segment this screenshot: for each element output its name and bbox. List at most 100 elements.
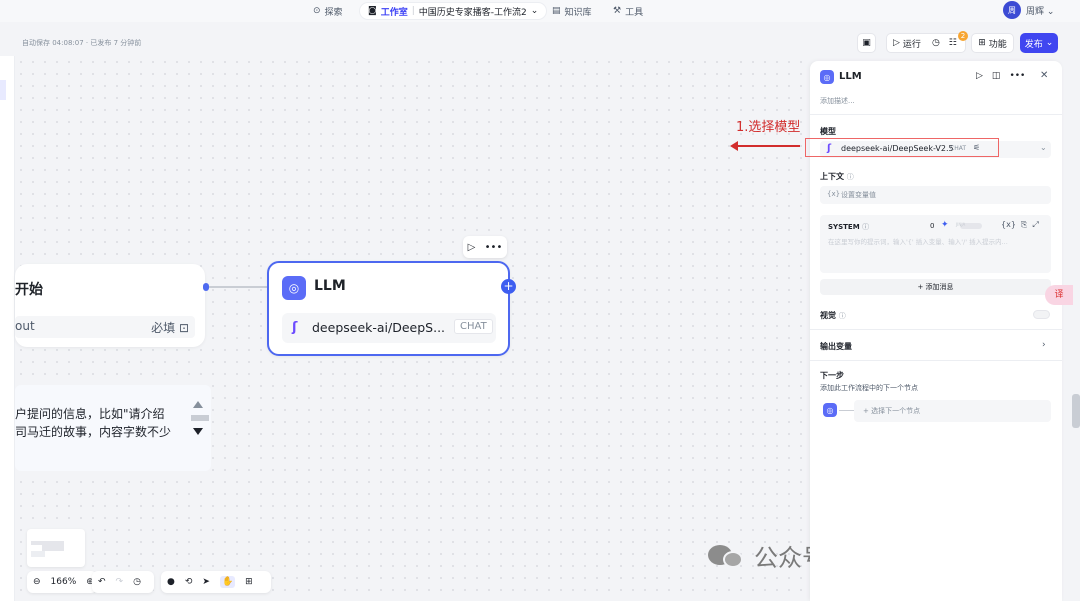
zoom-out-icon[interactable]: ⊖: [33, 577, 41, 587]
variable-icon[interactable]: {x}: [1001, 220, 1016, 230]
checklist-icon[interactable]: ☷: [949, 38, 957, 48]
workflow-toolbar: 自动保存 04:08:07 · 已发布 7 分钟前 ▣ ▷ 运行 ◷ ☷ ⊞ 功…: [0, 30, 1080, 56]
llm-node-title: LLM: [314, 278, 346, 294]
edge-start-llm: [205, 286, 267, 288]
more-icon[interactable]: •••: [1009, 71, 1025, 81]
text-field-icon: ⊡: [178, 321, 189, 335]
llm-icon: ◎: [820, 70, 834, 84]
scroll-thumb[interactable]: [191, 415, 209, 421]
sparkle-icon[interactable]: ✦: [941, 220, 949, 230]
book-icon[interactable]: ◫: [992, 71, 1001, 81]
start-output-handle[interactable]: [203, 283, 209, 291]
annotation-select-model: 1.选择模型: [736, 120, 801, 135]
checklist-badge: 2: [958, 31, 968, 41]
translate-float-button[interactable]: 译: [1045, 285, 1073, 305]
add-node-icon[interactable]: ●: [167, 577, 175, 587]
plus-icon: +: [863, 407, 869, 415]
comment-icon[interactable]: ⟲: [185, 577, 193, 587]
play-icon: ▷: [893, 38, 900, 48]
zoom-toolbar: ⊖ 166% ⊕: [27, 571, 97, 593]
run-group: ▷ 运行 ◷ ☷: [886, 33, 966, 53]
start-node-title: 开始: [15, 282, 43, 298]
llm-node[interactable]: ◎ LLM ʃ deepseek-ai/DeepS... CHAT: [267, 261, 510, 356]
start-node[interactable]: 开始 out 必填 ⊡: [15, 264, 205, 347]
llm-icon: ◎: [823, 403, 837, 417]
scroll-down-icon[interactable]: [193, 428, 203, 435]
book-icon: ▤: [552, 6, 561, 16]
node-actions: ▷ •••: [463, 236, 507, 258]
context-label: 上下文 ⓘ: [820, 172, 854, 181]
chevron-down-icon: ⌄: [530, 6, 539, 16]
panel-title[interactable]: LLM: [839, 71, 862, 82]
robot-icon: ◙: [368, 6, 377, 16]
description-field[interactable]: 添加描述...: [820, 96, 855, 106]
copy-icon[interactable]: ⎘: [1021, 220, 1027, 230]
redo-icon[interactable]: ↷: [116, 577, 124, 587]
organize-icon[interactable]: ⊞: [245, 577, 253, 587]
history-icon[interactable]: ◷: [932, 38, 940, 48]
next-step-label: 下一步: [820, 371, 844, 380]
undo-icon[interactable]: ↶: [98, 577, 106, 587]
pointer-icon[interactable]: ➤: [202, 577, 210, 587]
expand-icon[interactable]: ⤢: [1032, 220, 1038, 230]
sidebar-selected-marker: [0, 80, 6, 100]
autosave-status: 自动保存 04:08:07 · 已发布 7 分钟前: [22, 39, 142, 47]
minimap[interactable]: [27, 529, 85, 567]
context-variable-input[interactable]: {x} 设置变量值: [820, 186, 1051, 204]
help-icon: ⓘ: [862, 223, 870, 231]
publish-button[interactable]: 发布 ⌄: [1020, 33, 1058, 53]
top-nav: ⊙ 探索 ◙ 工作室 | 中国历史专家播客-工作流2 ⌄ ▤ 知识库 ⚒ 工具 …: [0, 0, 1080, 22]
system-prompt-editor[interactable]: SYSTEM ⓘ 0 ✦ JINJA {x} ⎘ ⤢ 在这里写你的提示词，输入'…: [820, 215, 1051, 273]
help-icon: ⓘ: [838, 312, 846, 320]
user-menu[interactable]: 周辉 ⌄: [1026, 4, 1054, 17]
env-icon: ▣: [862, 38, 871, 48]
note-node[interactable]: 户提问的信息，比如"请介绍 司马迁的故事，内容字数不少: [15, 385, 211, 471]
chevron-down-icon: ⌄: [1040, 143, 1047, 152]
vision-label: 视觉 ⓘ: [820, 311, 846, 320]
workflow-name: 中国历史专家播客-工作流2: [418, 7, 527, 18]
version-history-icon[interactable]: ◷: [133, 577, 141, 587]
run-node-icon[interactable]: ▷: [468, 242, 476, 253]
play-icon[interactable]: ▷: [976, 71, 983, 81]
jinja-toggle[interactable]: JINJA: [956, 222, 982, 229]
next-step-description: 添加此工作流程中的下一个节点: [820, 384, 918, 392]
hand-icon[interactable]: ✋: [219, 576, 236, 588]
chevron-down-icon: ⌄: [1045, 38, 1054, 48]
llm-node-model: ʃ deepseek-ai/DeepS... CHAT: [282, 313, 496, 343]
model-highlight-box: [805, 138, 999, 157]
nav-tools[interactable]: ⚒ 工具: [613, 3, 643, 19]
canvas-tools: ● ⟲ ➤ ✋ ⊞: [161, 571, 271, 593]
next-node-selector[interactable]: + 选择下一个节点: [854, 400, 1051, 422]
annotation-arrow: [736, 145, 800, 147]
avatar[interactable]: 周: [1003, 1, 1021, 19]
close-icon[interactable]: ✕: [1040, 70, 1048, 81]
nav-knowledge[interactable]: ▤ 知识库: [552, 3, 592, 19]
chat-tag: CHAT: [454, 319, 493, 334]
scroll-up-icon[interactable]: [193, 401, 203, 408]
nav-workspace[interactable]: ◙ 工作室 | 中国历史专家播客-工作流2 ⌄: [360, 3, 547, 19]
arrow-left-icon: [730, 141, 738, 151]
features-button[interactable]: ⊞ 功能: [971, 33, 1014, 53]
workflow-canvas[interactable]: 开始 out 必填 ⊡ ▷ ••• ◎ LLM ʃ deepseek-ai/De…: [15, 56, 810, 601]
more-icon[interactable]: •••: [485, 242, 503, 253]
vision-toggle[interactable]: [1033, 310, 1050, 319]
env-button[interactable]: ▣: [857, 33, 876, 53]
page-scrollbar[interactable]: [1072, 394, 1080, 428]
zoom-level[interactable]: 166%: [51, 577, 77, 587]
chevron-down-icon: ⌄: [1046, 7, 1055, 17]
run-button[interactable]: 运行: [903, 37, 921, 50]
help-icon: ⓘ: [846, 173, 854, 181]
start-input-row: out 必填 ⊡: [15, 316, 195, 338]
wrench-icon: ⚒: [613, 6, 622, 16]
history-toolbar: ↶ ↷ ◷: [92, 571, 154, 593]
model-label: 模型: [820, 127, 836, 136]
add-message-button[interactable]: + 添加消息: [820, 279, 1051, 295]
char-count: 0: [930, 222, 935, 230]
output-variables-label[interactable]: 输出变量: [820, 341, 852, 352]
left-sidebar: [0, 56, 15, 601]
nav-explore[interactable]: ⊙ 探索: [313, 3, 343, 19]
grid-icon: ⊞: [978, 38, 986, 48]
chevron-right-icon[interactable]: ›: [1042, 340, 1046, 350]
compass-icon: ⊙: [313, 6, 321, 16]
add-next-node-icon[interactable]: +: [501, 279, 516, 294]
